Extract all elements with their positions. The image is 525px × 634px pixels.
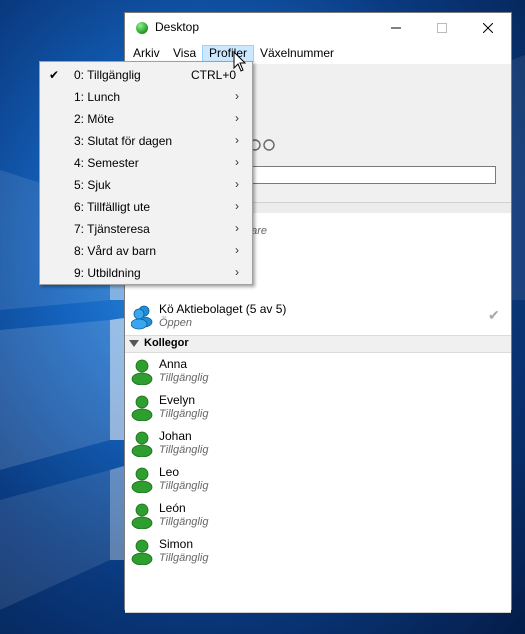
- contact-row[interactable]: León Tillgänglig: [125, 498, 511, 534]
- contact-status: Tillgänglig: [159, 372, 209, 384]
- contact-row[interactable]: Johan Tillgänglig: [125, 426, 511, 462]
- contact-name: Simon: [159, 537, 194, 551]
- voicemail-icon: [249, 139, 275, 151]
- contact-row[interactable]: Anna Tillgänglig: [125, 354, 511, 390]
- submenu-arrow-icon: ›: [235, 133, 239, 147]
- minimize-icon: [391, 27, 401, 29]
- submenu-arrow-icon: ›: [235, 199, 239, 213]
- minimize-button[interactable]: [373, 13, 419, 43]
- contact-status: Tillgänglig: [159, 516, 209, 528]
- menu-item-label: 0: Tillgänglig: [74, 68, 141, 82]
- maximize-button[interactable]: [419, 13, 465, 43]
- group-label: Kollegor: [144, 337, 189, 349]
- person-available-icon: [131, 431, 153, 457]
- menu-item-profile-3[interactable]: 3: Slutat för dagen ›: [41, 130, 251, 152]
- person-available-icon: [131, 539, 153, 565]
- contact-row[interactable]: Evelyn Tillgänglig: [125, 390, 511, 426]
- menu-item-profile-6[interactable]: 6: Tillfälligt ute ›: [41, 196, 251, 218]
- queue-name: Kö Aktiebolaget (5 av 5): [159, 302, 287, 316]
- menu-item-profile-0[interactable]: ✔ 0: Tillgänglig CTRL+0: [41, 64, 251, 86]
- menu-vaxelnummer[interactable]: Växelnummer: [254, 45, 340, 62]
- contact-status: Tillgänglig: [159, 444, 209, 456]
- menu-item-profile-7[interactable]: 7: Tjänsteresa ›: [41, 218, 251, 240]
- maximize-icon: [437, 23, 447, 33]
- check-icon: ✔: [488, 307, 500, 323]
- submenu-arrow-icon: ›: [235, 89, 239, 103]
- menu-item-label: 5: Sjuk: [74, 178, 111, 192]
- menu-item-label: 2: Möte: [74, 112, 115, 126]
- menu-visa[interactable]: Visa: [167, 45, 202, 62]
- menu-item-label: 7: Tjänsteresa: [74, 222, 150, 236]
- submenu-arrow-icon: ›: [235, 111, 239, 125]
- menu-arkiv[interactable]: Arkiv: [127, 45, 166, 62]
- menu-item-profile-2[interactable]: 2: Möte ›: [41, 108, 251, 130]
- menu-item-profile-5[interactable]: 5: Sjuk ›: [41, 174, 251, 196]
- group-header-kollegor[interactable]: Kollegor: [125, 335, 511, 353]
- contact-row[interactable]: Simon Tillgänglig: [125, 534, 511, 570]
- collapse-triangle-icon: [129, 340, 139, 347]
- contact-name: Johan: [159, 429, 192, 443]
- close-icon: [483, 23, 493, 33]
- profiler-dropdown-menu: ✔ 0: Tillgänglig CTRL+0 1: Lunch › 2: Mö…: [39, 61, 253, 285]
- menu-item-label: 9: Utbildning: [74, 266, 141, 280]
- menu-item-shortcut: CTRL+0: [191, 68, 237, 82]
- contact-name: Leo: [159, 465, 180, 479]
- title-bar[interactable]: Desktop: [125, 13, 511, 43]
- close-button[interactable]: [465, 13, 511, 43]
- menu-item-profile-4[interactable]: 4: Semester ›: [41, 152, 251, 174]
- checkmark-icon: ✔: [49, 68, 60, 82]
- person-available-icon: [131, 503, 153, 529]
- person-available-icon: [131, 395, 153, 421]
- submenu-arrow-icon: ›: [235, 221, 239, 235]
- contact-status: Tillgänglig: [159, 480, 209, 492]
- contact-name: Evelyn: [159, 393, 196, 407]
- contact-status: Tillgänglig: [159, 408, 209, 420]
- queue-icon: [131, 305, 153, 330]
- menu-item-profile-1[interactable]: 1: Lunch ›: [41, 86, 251, 108]
- submenu-arrow-icon: ›: [235, 177, 239, 191]
- menu-item-label: 8: Vård av barn: [74, 244, 157, 258]
- submenu-arrow-icon: ›: [235, 243, 239, 257]
- submenu-arrow-icon: ›: [235, 265, 239, 279]
- queue-row[interactable]: Kö Aktiebolaget (5 av 5) Öppen ✔: [125, 299, 511, 335]
- menu-item-profile-9[interactable]: 9: Utbildning ›: [41, 262, 251, 284]
- menu-item-label: 1: Lunch: [74, 90, 121, 104]
- contact-name: Anna: [159, 357, 188, 371]
- menu-bar: Arkiv Visa Profiler Växelnummer: [125, 43, 511, 63]
- person-available-icon: [131, 467, 153, 493]
- contact-status: Tillgänglig: [159, 552, 209, 564]
- contact-name: León: [159, 501, 186, 515]
- search-input[interactable]: [245, 166, 496, 184]
- queue-status: Öppen: [159, 317, 193, 329]
- menu-item-profile-8[interactable]: 8: Vård av barn ›: [41, 240, 251, 262]
- menu-item-label: 4: Semester: [74, 156, 139, 170]
- contact-row[interactable]: Leo Tillgänglig: [125, 462, 511, 498]
- app-status-icon: [136, 22, 148, 34]
- submenu-arrow-icon: ›: [235, 155, 239, 169]
- menu-item-label: 6: Tillfälligt ute: [74, 200, 151, 214]
- window-title: Desktop: [155, 20, 200, 34]
- mouse-cursor-icon: [233, 51, 247, 72]
- person-available-icon: [131, 359, 153, 385]
- menu-item-label: 3: Slutat för dagen: [74, 134, 173, 148]
